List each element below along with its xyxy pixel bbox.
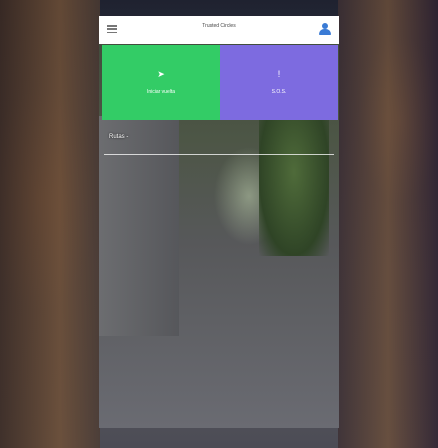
start-trip-button[interactable]: ➤ Iniciar vuelta (102, 45, 220, 120)
start-trip-label: Iniciar vuelta (146, 89, 176, 95)
background-wall-left (0, 0, 100, 448)
sos-label: S.O.S. (271, 89, 287, 95)
routes-underline (104, 154, 334, 155)
background-wall-right (338, 0, 438, 448)
sos-button[interactable]: ! S.O.S. (220, 45, 338, 120)
routes-selector[interactable]: Rutas - (104, 132, 334, 155)
routes-label: Rutas - (109, 134, 129, 140)
action-buttons: ➤ Iniciar vuelta ! S.O.S. (102, 45, 338, 120)
app-screen: Trusted Circles ➤ Iniciar vuelta ! S.O.S… (99, 16, 339, 428)
user-icon[interactable] (319, 23, 331, 36)
exclamation-icon: ! (277, 69, 281, 79)
top-bar: Trusted Circles (99, 16, 339, 44)
app-title: Trusted Circles (202, 23, 236, 29)
navigation-arrow-icon: ➤ (157, 69, 165, 79)
